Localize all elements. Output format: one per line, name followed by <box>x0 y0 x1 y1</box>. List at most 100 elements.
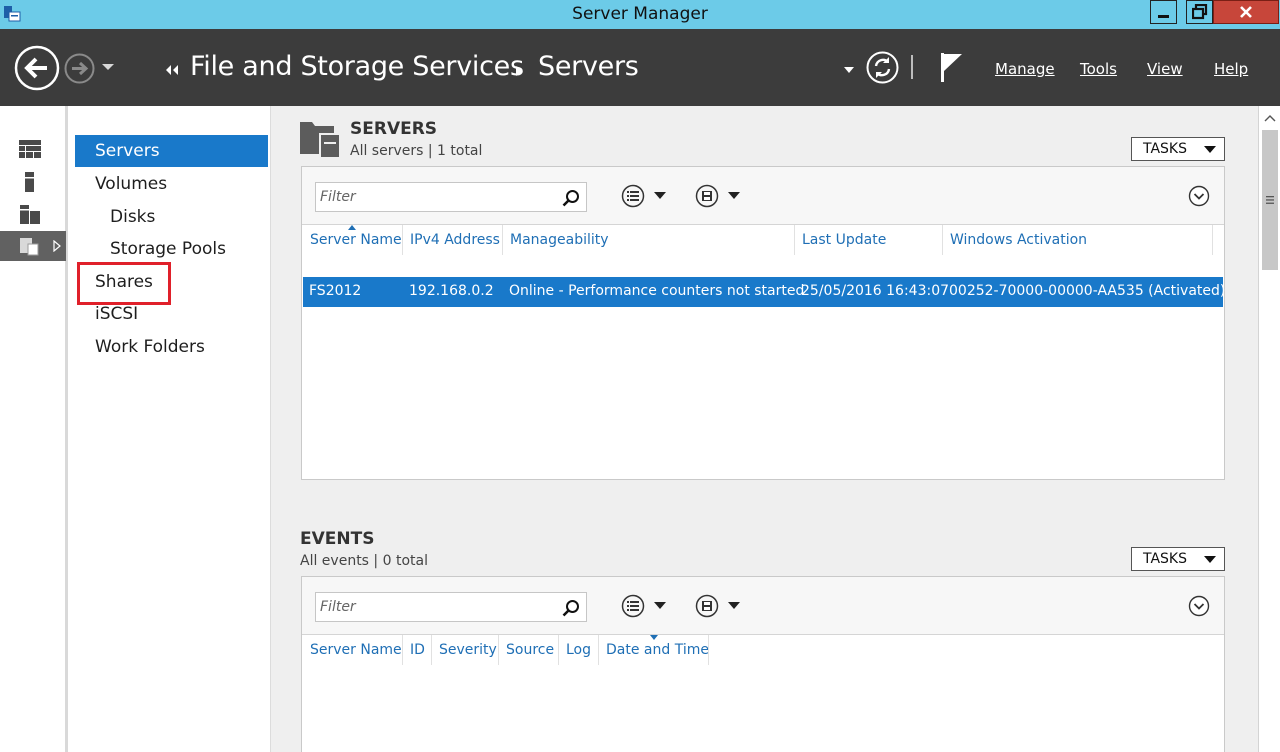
col-divider <box>402 225 403 255</box>
restore-button[interactable] <box>1186 0 1213 24</box>
servers-subtitle: All servers | 1 total <box>350 143 483 159</box>
refresh-icon[interactable] <box>866 51 899 84</box>
col-header-last-update[interactable]: Last Update <box>802 225 886 255</box>
nav-item-storage-pools[interactable]: Storage Pools <box>110 233 226 265</box>
events-filter-input[interactable] <box>320 598 556 616</box>
col-header-windows-activation[interactable]: Windows Activation <box>950 225 1087 255</box>
sort-ascending-icon <box>348 225 356 230</box>
nav-item-disks[interactable]: Disks <box>110 201 155 233</box>
scroll-thumb[interactable] <box>1262 130 1278 270</box>
close-button[interactable] <box>1213 0 1279 24</box>
collapse-expand-icon[interactable] <box>1188 595 1210 617</box>
events-view-options-button[interactable] <box>621 593 673 619</box>
search-icon[interactable] <box>562 599 580 617</box>
events-tasks-label: TASKS <box>1143 551 1187 567</box>
chevron-down-icon <box>654 192 666 199</box>
scroll-up-icon[interactable] <box>1264 114 1276 122</box>
breadcrumb-separator-icon <box>516 66 522 76</box>
col-header-id[interactable]: ID <box>410 635 425 665</box>
servers-filter-row <box>302 167 1224 225</box>
servers-tasks-button[interactable]: TASKS <box>1131 137 1225 161</box>
table-row[interactable]: FS2012 192.168.0.2 Online - Performance … <box>303 277 1225 307</box>
minimize-button[interactable] <box>1150 0 1177 24</box>
chevron-down-icon <box>728 602 740 609</box>
servers-save-query-button[interactable] <box>695 183 747 209</box>
breadcrumb-root-icon[interactable] <box>165 64 179 76</box>
save-query-icon <box>695 184 719 208</box>
events-filter-box <box>315 592 587 622</box>
back-button[interactable] <box>14 45 60 91</box>
file-storage-icon <box>20 238 39 256</box>
breadcrumb-dropdown-icon[interactable] <box>843 66 855 74</box>
sort-descending-icon <box>650 635 658 640</box>
servers-filter-input[interactable] <box>320 188 556 206</box>
restore-icon <box>1191 4 1207 20</box>
tasks-caret-icon <box>1204 556 1216 563</box>
col-header-log[interactable]: Log <box>566 635 591 665</box>
grip-icon <box>1266 196 1274 204</box>
expand-arrow-icon <box>53 240 61 252</box>
col-divider <box>402 635 403 665</box>
col-divider <box>558 635 559 665</box>
list-options-icon <box>621 594 645 618</box>
servers-title: SERVERS <box>350 119 438 139</box>
servers-panel: Server Name IPv4 Address Manageability L… <box>301 166 1225 480</box>
notifications-flag-icon[interactable] <box>937 51 965 83</box>
col-header-severity[interactable]: Severity <box>439 635 497 665</box>
forward-button[interactable] <box>64 53 95 84</box>
cell-last-update: 25/05/2016 16:43:07 <box>801 283 950 299</box>
col-divider <box>794 225 795 255</box>
list-options-icon <box>621 184 645 208</box>
col-divider <box>708 635 709 665</box>
navigation-pane: Servers Volumes Disks Storage Pools Shar… <box>71 106 271 752</box>
col-header-server-name[interactable]: Server Name <box>310 635 402 665</box>
search-icon[interactable] <box>562 189 580 207</box>
servers-filter-box <box>315 182 587 212</box>
events-panel: Server Name ID Severity Source Log Date … <box>301 576 1225 752</box>
col-divider <box>431 635 432 665</box>
events-filter-row <box>302 577 1224 635</box>
view-menu[interactable]: View <box>1147 60 1183 78</box>
col-divider <box>942 225 943 255</box>
strip-item-dashboard[interactable] <box>0 134 66 164</box>
content-area: SERVERS All servers | 1 total TASKS Filt… <box>271 106 1258 752</box>
nav-item-work-folders[interactable]: Work Folders <box>95 331 205 363</box>
servers-view-options-button[interactable] <box>621 183 673 209</box>
col-header-ipv4[interactable]: IPv4 Address <box>410 225 500 255</box>
cell-ipv4: 192.168.0.2 <box>409 283 494 299</box>
chevron-down-icon <box>728 192 740 199</box>
breadcrumb-servers[interactable]: Servers <box>538 51 639 82</box>
strip-item-local-server[interactable] <box>0 167 66 197</box>
events-save-query-button[interactable] <box>695 593 747 619</box>
tools-menu[interactable]: Tools <box>1080 60 1117 78</box>
servers-tasks-label: TASKS <box>1143 141 1187 157</box>
servers-folder-icon <box>300 122 341 159</box>
help-menu[interactable]: Help <box>1214 60 1248 78</box>
strip-item-file-storage[interactable] <box>0 231 66 261</box>
title-bar: Server Manager <box>0 0 1280 29</box>
dashboard-icon <box>19 140 41 158</box>
nav-item-volumes[interactable]: Volumes <box>95 168 167 200</box>
close-icon <box>1240 6 1252 18</box>
col-header-source[interactable]: Source <box>506 635 554 665</box>
manage-menu[interactable]: Manage <box>995 60 1055 78</box>
nav-item-iscsi[interactable]: iSCSI <box>95 298 138 330</box>
header-divider <box>911 55 913 79</box>
save-query-icon <box>695 594 719 618</box>
history-dropdown-icon[interactable] <box>101 62 115 72</box>
nav-item-shares[interactable]: Shares <box>95 266 153 298</box>
collapse-expand-icon[interactable] <box>1188 185 1210 207</box>
events-tasks-button[interactable]: TASKS <box>1131 547 1225 571</box>
window-title: Server Manager <box>572 4 708 24</box>
strip-item-all-servers[interactable] <box>0 199 66 229</box>
left-icon-strip <box>0 106 68 752</box>
breadcrumb-file-storage[interactable]: File and Storage Services <box>190 51 524 82</box>
events-title: EVENTS <box>300 529 375 549</box>
col-divider <box>1212 225 1213 255</box>
vertical-scrollbar[interactable] <box>1258 106 1280 752</box>
nav-item-servers[interactable]: Servers <box>75 135 268 167</box>
chevron-down-icon <box>654 602 666 609</box>
cell-server-name: FS2012 <box>309 283 362 299</box>
all-servers-icon <box>20 205 40 224</box>
col-header-manageability[interactable]: Manageability <box>510 225 609 255</box>
